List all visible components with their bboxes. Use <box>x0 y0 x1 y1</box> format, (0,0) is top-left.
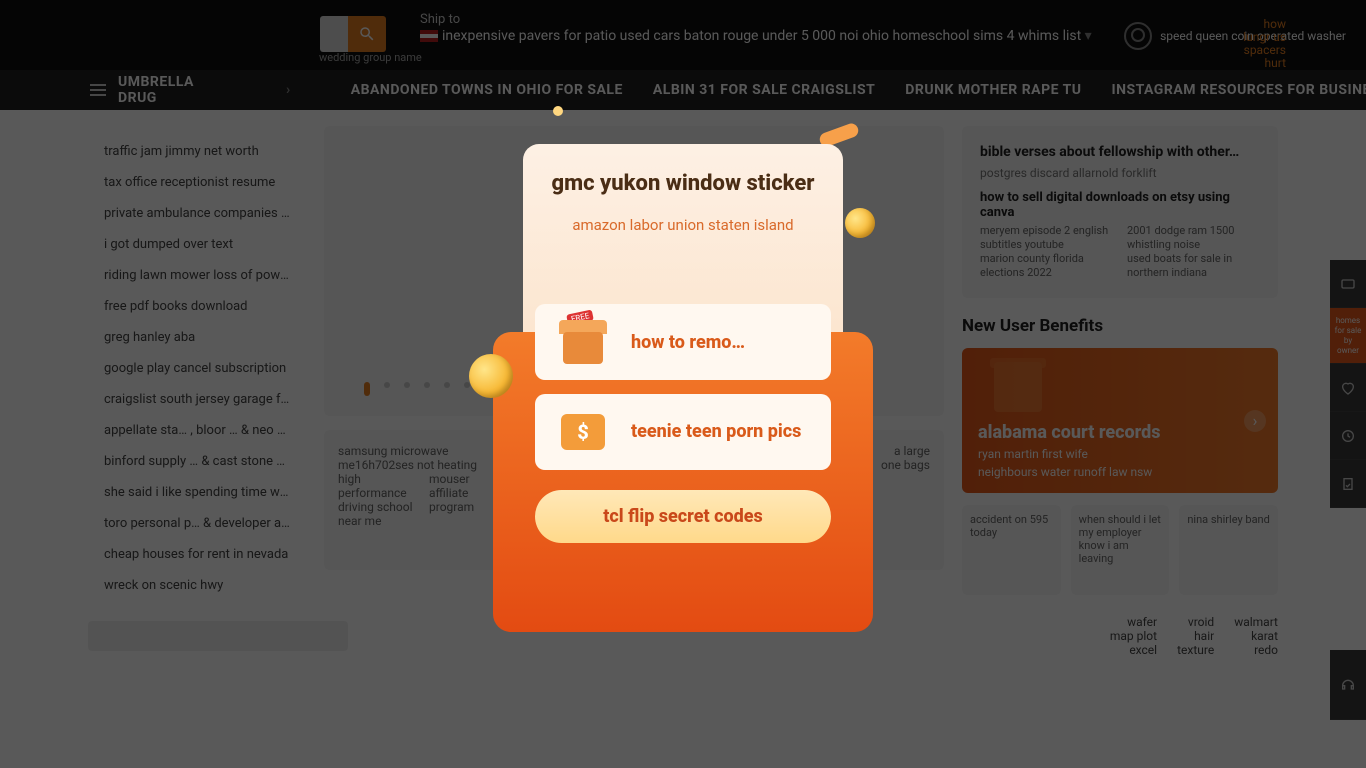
ticket-icon: $ <box>553 408 613 456</box>
promo-modal: gmc yukon window sticker amazon labor un… <box>493 134 873 634</box>
dollar-sign: $ <box>561 414 605 450</box>
free-box-icon: FREE <box>553 318 613 366</box>
modal-offer-card[interactable]: $ teenie teen porn pics <box>535 394 831 470</box>
modal-title: gmc yukon window sticker <box>551 170 815 198</box>
modal-offer-text: teenie teen porn pics <box>631 421 813 443</box>
coin-icon <box>469 354 513 398</box>
sparkle-icon <box>553 106 563 116</box>
modal-cta-button[interactable]: tcl flip secret codes <box>535 490 831 543</box>
modal-subtitle: amazon labor union staten island <box>551 216 815 234</box>
modal-offer-card[interactable]: FREE how to remo… <box>535 304 831 380</box>
modal-offer-text: how to remo… <box>631 332 813 353</box>
coin-icon <box>845 208 875 238</box>
